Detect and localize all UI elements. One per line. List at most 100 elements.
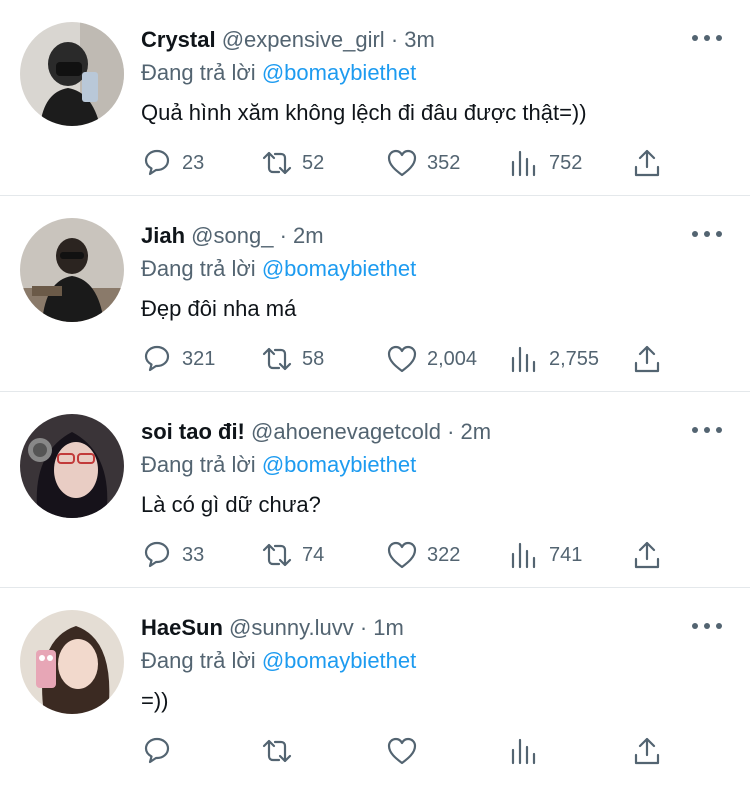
like-count: 352 — [427, 151, 461, 174]
tweet-text: Đẹp đôi nha má — [141, 296, 297, 321]
like-button[interactable] — [386, 734, 427, 768]
tweet-header: Crystal @expensive_girl · 3m — [141, 25, 435, 55]
user-handle[interactable]: @expensive_girl — [222, 27, 385, 52]
tweet-header: Jiah @song_ · 2m — [141, 221, 324, 251]
retweet-count: 74 — [302, 543, 325, 566]
like-button[interactable]: 2,004 — [386, 342, 477, 376]
reply-button[interactable]: 321 — [141, 342, 215, 376]
retweet-icon — [262, 543, 292, 567]
reply-button[interactable]: 23 — [141, 146, 204, 180]
replying-to: Đang trả lời @bomaybiethet — [141, 58, 416, 88]
share-button[interactable] — [631, 146, 663, 180]
more-options-icon[interactable] — [692, 616, 722, 636]
more-options-icon[interactable] — [692, 420, 722, 440]
views-button[interactable]: 2,755 — [508, 342, 599, 376]
heart-icon — [387, 149, 417, 177]
more-options-icon[interactable] — [692, 224, 722, 244]
avatar[interactable] — [20, 414, 124, 518]
action-bar: 23 52 352 752 — [141, 146, 681, 180]
reply-icon — [144, 149, 170, 176]
separator-dot: · — [279, 223, 287, 248]
share-icon — [634, 737, 660, 765]
like-button[interactable]: 322 — [386, 538, 460, 572]
share-button[interactable] — [631, 538, 663, 572]
tweet[interactable]: HaeSun @sunny.luvv · 1m Đang trả lời @bo… — [0, 588, 750, 785]
action-bar: 321 58 2,004 2,755 — [141, 342, 681, 376]
views-chart-icon — [511, 346, 536, 373]
share-button[interactable] — [631, 734, 663, 768]
heart-icon — [387, 541, 417, 569]
tweet[interactable]: Jiah @song_ · 2m Đang trả lời @bomaybiet… — [0, 196, 750, 392]
retweet-icon — [262, 347, 292, 371]
display-name[interactable]: Jiah — [141, 223, 185, 248]
tweet-text: Quả hình xăm không lệch đi đâu được thật… — [141, 100, 587, 125]
tweet[interactable]: Crystal @expensive_girl · 3m Đang trả lờ… — [0, 0, 750, 196]
views-button[interactable]: 752 — [508, 146, 582, 180]
retweet-button[interactable] — [261, 734, 302, 768]
reply-feed: Crystal @expensive_girl · 3m Đang trả lờ… — [0, 0, 750, 785]
retweet-button[interactable]: 52 — [261, 146, 324, 180]
share-icon — [634, 149, 660, 177]
view-count: 741 — [549, 543, 583, 566]
views-chart-icon — [511, 738, 536, 765]
reply-button[interactable]: 33 — [141, 538, 204, 572]
replying-to-label: Đang trả lời — [141, 256, 256, 281]
reply-icon — [144, 737, 170, 764]
tweet-header: HaeSun @sunny.luvv · 1m — [141, 613, 404, 643]
retweet-icon — [262, 151, 292, 175]
replying-to: Đang trả lời @bomaybiethet — [141, 646, 416, 676]
timestamp[interactable]: 2m — [293, 223, 324, 248]
reply-icon — [144, 345, 170, 372]
like-button[interactable]: 352 — [386, 146, 460, 180]
avatar[interactable] — [20, 22, 124, 126]
avatar[interactable] — [20, 218, 124, 322]
separator-dot: · — [390, 27, 399, 52]
separator-dot: · — [359, 615, 368, 640]
timestamp[interactable]: 2m — [461, 419, 492, 444]
timestamp[interactable]: 1m — [373, 615, 404, 640]
more-options-icon[interactable] — [692, 28, 722, 48]
heart-icon — [387, 737, 417, 765]
mention-link[interactable]: @bomaybiethet — [262, 648, 416, 673]
mention-link[interactable]: @bomaybiethet — [262, 452, 416, 477]
retweet-icon — [262, 739, 292, 763]
tweet-header: soi tao đi! @ahoenevagetcold · 2m — [141, 417, 491, 447]
retweet-button[interactable]: 74 — [261, 538, 324, 572]
views-chart-icon — [511, 150, 536, 177]
heart-icon — [387, 345, 417, 373]
replying-to-label: Đang trả lời — [141, 60, 256, 85]
separator-dot: · — [447, 419, 455, 444]
reply-button[interactable] — [141, 734, 182, 768]
retweet-count: 58 — [302, 347, 325, 370]
tweet-text: Là có gì dữ chưa? — [141, 492, 321, 517]
display-name[interactable]: HaeSun — [141, 615, 223, 640]
display-name[interactable]: Crystal — [141, 27, 216, 52]
like-count: 322 — [427, 543, 461, 566]
replying-to: Đang trả lời @bomaybiethet — [141, 254, 416, 284]
reply-count: 321 — [182, 347, 216, 370]
user-handle[interactable]: @sunny.luvv — [229, 615, 354, 640]
view-count: 2,755 — [549, 347, 600, 370]
user-handle[interactable]: @ahoenevagetcold — [251, 419, 441, 444]
mention-link[interactable]: @bomaybiethet — [262, 60, 416, 85]
like-count: 2,004 — [427, 347, 478, 370]
views-button[interactable]: 741 — [508, 538, 582, 572]
user-handle[interactable]: @song_ — [191, 223, 273, 248]
replying-to: Đang trả lời @bomaybiethet — [141, 450, 416, 480]
tweet-text: =)) — [141, 688, 169, 713]
replying-to-label: Đang trả lời — [141, 648, 256, 673]
mention-link[interactable]: @bomaybiethet — [262, 256, 416, 281]
retweet-count: 52 — [302, 151, 325, 174]
reply-icon — [144, 541, 170, 568]
share-button[interactable] — [631, 342, 663, 376]
views-button[interactable] — [508, 734, 549, 768]
tweet[interactable]: soi tao đi! @ahoenevagetcold · 2m Đang t… — [0, 392, 750, 588]
reply-count: 23 — [182, 151, 205, 174]
retweet-button[interactable]: 58 — [261, 342, 324, 376]
share-icon — [634, 541, 660, 569]
views-chart-icon — [511, 542, 536, 569]
display-name[interactable]: soi tao đi! — [141, 419, 245, 444]
avatar[interactable] — [20, 610, 124, 714]
timestamp[interactable]: 3m — [404, 27, 435, 52]
action-bar: 33 74 322 741 — [141, 538, 681, 572]
